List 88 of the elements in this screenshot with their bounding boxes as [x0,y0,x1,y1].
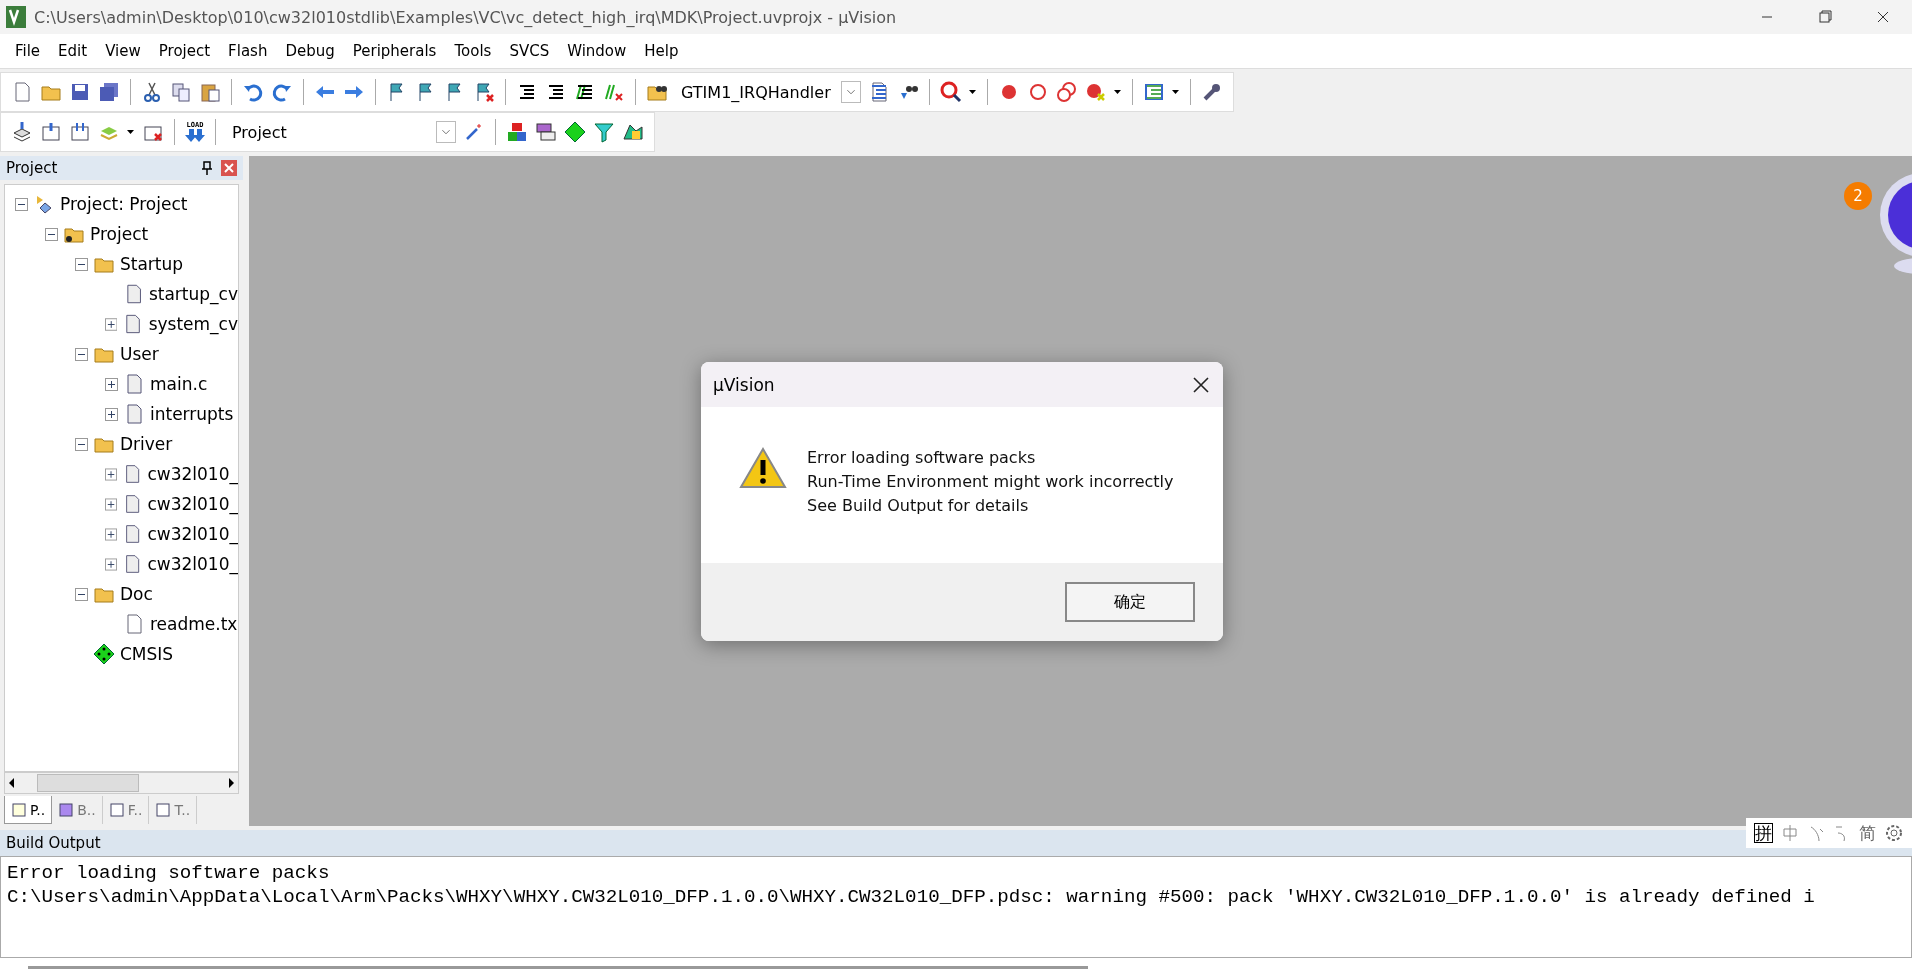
tree-item[interactable]: CMSIS [120,644,174,664]
double-circle-icon[interactable] [1055,81,1078,103]
expand-toggle[interactable] [105,407,118,421]
panel-tab[interactable]: B.. [52,796,103,824]
panel-tab[interactable]: T.. [149,796,198,824]
expand-toggle[interactable] [105,497,118,511]
cut-icon[interactable] [141,81,163,103]
collapse-toggle[interactable] [75,347,88,361]
output-line: C:\Users\admin\AppData\Local\Arm\Packs\WHXY\WHXY.CW32L010_DFP.1.0.0\WHXY.CW32L010_DFP.pdsc: warning #500: pack 'WHXY.CW32L010_DFP.1.0.0' is already defined i [7,885,1816,909]
warning-icon [739,447,787,489]
tree-item[interactable]: cw32l010_ [147,464,238,484]
rebuild-icon[interactable] [69,121,91,143]
expand-toggle[interactable] [105,557,118,571]
tree-item[interactable]: cw32l010_ [147,524,238,544]
tree-item[interactable]: Project: Project [60,194,188,214]
funnel-icon[interactable] [593,121,615,143]
expand-toggle[interactable] [105,317,118,331]
collapse-toggle[interactable] [75,437,88,451]
diamond-icon [93,643,115,665]
save-icon[interactable] [69,81,91,103]
horizontal-scrollbar[interactable] [4,772,239,794]
output-line: Error loading software packs [7,861,331,885]
dialog-message: Run-Time Environment might work incorrectly [807,471,1174,493]
dialog-message: See Build Output for details [807,495,1030,517]
tab-icon [108,802,125,818]
collapse-toggle[interactable] [15,197,28,211]
menu-item[interactable]: Tools [445,38,501,64]
debug-magnifier-icon[interactable] [939,81,962,103]
tree-item[interactable]: Doc [120,584,153,604]
expand-toggle[interactable] [105,527,118,541]
gear-icon[interactable] [1884,823,1904,843]
function-combo[interactable]: GTIM1_IRQHandler [675,82,837,102]
windows-icon[interactable] [535,121,557,143]
build-icon[interactable] [40,121,62,143]
paste-icon[interactable] [199,81,221,103]
expand-toggle[interactable] [105,467,118,481]
copy-icon[interactable] [170,81,192,103]
expand-toggle[interactable] [105,377,118,391]
dialog-title: µVision [713,374,776,395]
save-all-icon[interactable] [98,81,120,103]
tree-item[interactable]: main.c [150,374,208,394]
blocks-icon[interactable] [506,121,528,143]
tree-item[interactable]: interrupts [150,404,234,424]
tab-icon [58,802,75,818]
menu-item[interactable]: Project [149,38,220,64]
build-stack-icon[interactable] [11,121,33,143]
horizontal-scrollbar[interactable] [0,958,1912,976]
panel-tab[interactable]: F.. [102,796,150,824]
tree-item[interactable]: readme.tx [150,614,238,634]
menu-item[interactable]: Help [635,38,688,64]
menu-item[interactable]: File [6,38,50,64]
menu-item[interactable]: Window [558,38,636,64]
app-icon [6,6,26,28]
pin-icon[interactable] [201,161,213,175]
diamond-icon[interactable] [564,121,586,143]
tree-item[interactable]: system_cv [148,314,238,334]
tree-item[interactable]: startup_cv [148,284,238,304]
tree-item[interactable]: Startup [120,254,184,274]
panel-title: Build Output [6,834,101,852]
collapse-toggle[interactable] [75,587,88,601]
window-layout-icon[interactable] [1142,81,1165,103]
clear-breakpoints-icon[interactable] [1084,81,1107,103]
collapse-toggle[interactable] [45,227,58,241]
tree-item[interactable]: Project [90,224,149,244]
notification-badge: 2 [1844,182,1872,210]
ime-mode[interactable]: 简 [1859,821,1876,845]
collapse-toggle[interactable] [75,257,88,271]
close-panel-button[interactable] [221,160,237,176]
panel-tab[interactable]: P.. [4,796,53,824]
menu-item[interactable]: View [96,38,150,64]
ok-button[interactable]: 确定 [1065,582,1195,622]
tree-item[interactable]: cw32l010_ [147,494,238,514]
tab-icon [11,801,27,818]
dialog-message: Error loading software packs [807,447,1037,469]
menu-item[interactable]: Debug [276,38,344,64]
tree-item[interactable]: cw32l010_ [147,554,238,574]
close-icon[interactable] [1191,374,1211,395]
menu-item[interactable]: Peripherals [343,38,446,64]
tab-icon [155,802,172,818]
menu-item[interactable]: Edit [49,38,97,64]
menu-item[interactable]: Flash [219,38,277,64]
ime-mode[interactable]: 拼 [1754,823,1773,843]
menu-item[interactable]: SVCS [500,38,559,64]
tree-item[interactable]: Driver [120,434,173,454]
target-combo[interactable]: Project [226,122,432,142]
tree-item[interactable]: User [120,344,159,364]
window-title: C:\Users\admin\Desktop\010\cw32l010stdlib\Examples\VC\vc_detect_high_irq\MDK\Project.uvprojx - µVision [34,7,897,27]
panel-title: Project [6,159,59,177]
